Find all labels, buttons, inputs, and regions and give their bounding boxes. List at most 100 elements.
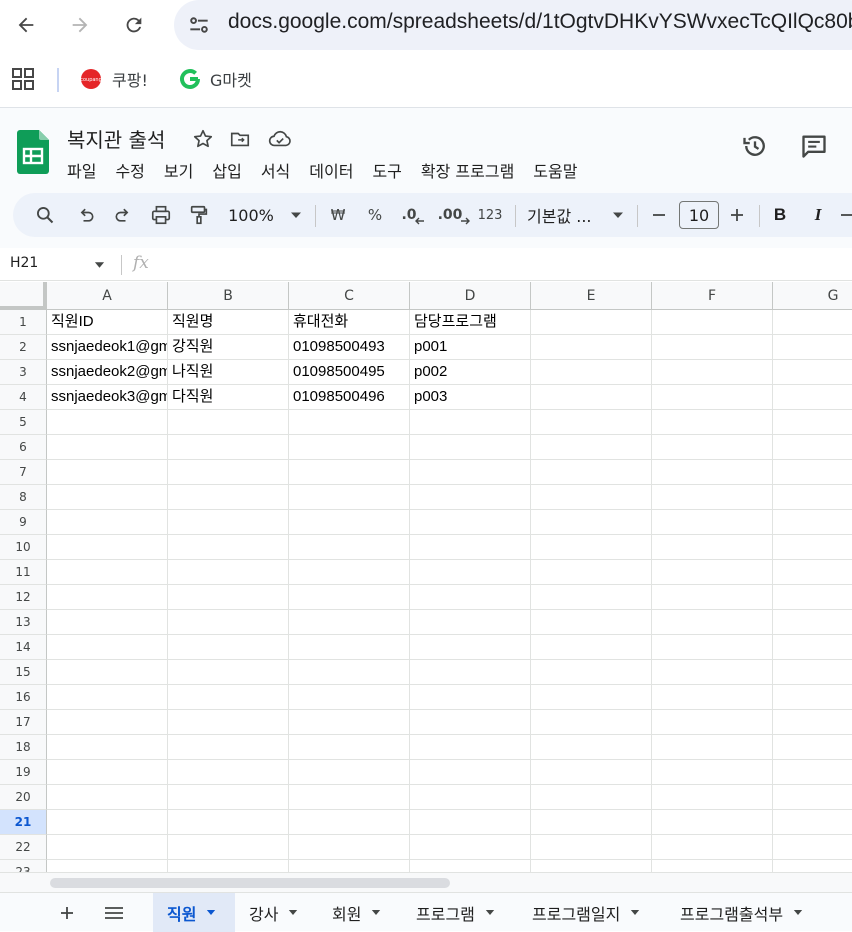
cell-f10[interactable] bbox=[652, 535, 773, 560]
cell-b15[interactable] bbox=[168, 660, 289, 685]
cell-g11[interactable] bbox=[773, 560, 852, 585]
document-title[interactable]: 복지관 출석 bbox=[67, 124, 165, 153]
row-header-8[interactable]: 8 bbox=[0, 485, 47, 510]
cell-g14[interactable] bbox=[773, 635, 852, 660]
cell-d11[interactable] bbox=[410, 560, 531, 585]
row-header-18[interactable]: 18 bbox=[0, 735, 47, 760]
cell-g9[interactable] bbox=[773, 510, 852, 535]
cell-d1[interactable]: 담당프로그램 bbox=[410, 310, 531, 335]
cell-g13[interactable] bbox=[773, 610, 852, 635]
cloud-saved-icon[interactable] bbox=[268, 128, 292, 150]
cell-a10[interactable] bbox=[47, 535, 168, 560]
cell-c21[interactable] bbox=[289, 810, 410, 835]
cell-b9[interactable] bbox=[168, 510, 289, 535]
cell-c5[interactable] bbox=[289, 410, 410, 435]
column-header-c[interactable]: C bbox=[289, 282, 410, 310]
cell-c18[interactable] bbox=[289, 735, 410, 760]
cell-a9[interactable] bbox=[47, 510, 168, 535]
spreadsheet-grid[interactable]: A B C D E F G 1 직원ID 직원명 휴대전화 담당프로그램 2 ssnjaedeok1@gm… bbox=[0, 282, 852, 872]
menu-format[interactable]: 서식 bbox=[261, 158, 290, 182]
cell-f16[interactable] bbox=[652, 685, 773, 710]
row-header-3[interactable]: 3 bbox=[0, 360, 47, 385]
row-header-23[interactable]: 23 bbox=[0, 860, 47, 872]
row-header-11[interactable]: 11 bbox=[0, 560, 47, 585]
cell-d18[interactable] bbox=[410, 735, 531, 760]
cell-a19[interactable] bbox=[47, 760, 168, 785]
scrollbar-thumb[interactable] bbox=[50, 878, 450, 888]
reload-button[interactable] bbox=[114, 5, 154, 45]
cell-e13[interactable] bbox=[531, 610, 652, 635]
cell-a8[interactable] bbox=[47, 485, 168, 510]
cell-c13[interactable] bbox=[289, 610, 410, 635]
cell-a21[interactable] bbox=[47, 810, 168, 835]
cell-c11[interactable] bbox=[289, 560, 410, 585]
menu-file[interactable]: 파일 bbox=[67, 158, 96, 182]
cell-c22[interactable] bbox=[289, 835, 410, 860]
cell-d19[interactable] bbox=[410, 760, 531, 785]
cell-e15[interactable] bbox=[531, 660, 652, 685]
chevron-down-icon[interactable] bbox=[630, 909, 640, 916]
cell-e11[interactable] bbox=[531, 560, 652, 585]
name-box[interactable]: H21 bbox=[10, 255, 38, 271]
percent-format-button[interactable]: % bbox=[362, 193, 388, 237]
row-header-2[interactable]: 2 bbox=[0, 335, 47, 360]
select-all-corner[interactable] bbox=[0, 282, 47, 310]
all-sheets-button[interactable] bbox=[99, 893, 129, 932]
cell-b16[interactable] bbox=[168, 685, 289, 710]
cell-f12[interactable] bbox=[652, 585, 773, 610]
sheet-tab-직원[interactable]: 직원 bbox=[153, 893, 235, 932]
cell-f4[interactable] bbox=[652, 385, 773, 410]
cell-f8[interactable] bbox=[652, 485, 773, 510]
cell-b17[interactable] bbox=[168, 710, 289, 735]
move-folder-icon[interactable] bbox=[229, 128, 251, 150]
cell-d10[interactable] bbox=[410, 535, 531, 560]
cell-c19[interactable] bbox=[289, 760, 410, 785]
row-header-15[interactable]: 15 bbox=[0, 660, 47, 685]
cell-f1[interactable] bbox=[652, 310, 773, 335]
chevron-down-icon[interactable] bbox=[206, 909, 216, 916]
cell-f7[interactable] bbox=[652, 460, 773, 485]
cell-a5[interactable] bbox=[47, 410, 168, 435]
cell-a6[interactable] bbox=[47, 435, 168, 460]
cell-g3[interactable] bbox=[773, 360, 852, 385]
site-settings-icon[interactable] bbox=[186, 12, 212, 38]
sheet-tab-프로그램일지[interactable]: 프로그램일지 bbox=[522, 893, 666, 932]
cell-d12[interactable] bbox=[410, 585, 531, 610]
number-format-button[interactable]: 123 bbox=[475, 193, 505, 237]
sheet-tab-프로그램출석부[interactable]: 프로그램출석부 bbox=[670, 893, 852, 932]
sheet-tab-강사[interactable]: 강사 bbox=[239, 893, 319, 932]
row-header-20[interactable]: 20 bbox=[0, 785, 47, 810]
column-header-b[interactable]: B bbox=[168, 282, 289, 310]
cell-c7[interactable] bbox=[289, 460, 410, 485]
cell-d8[interactable] bbox=[410, 485, 531, 510]
cell-e2[interactable] bbox=[531, 335, 652, 360]
cell-e18[interactable] bbox=[531, 735, 652, 760]
cell-a23[interactable] bbox=[47, 860, 168, 872]
row-header-9[interactable]: 9 bbox=[0, 510, 47, 535]
cell-c23[interactable] bbox=[289, 860, 410, 872]
cell-d4[interactable]: p003 bbox=[410, 385, 531, 410]
cell-b13[interactable] bbox=[168, 610, 289, 635]
cell-f3[interactable] bbox=[652, 360, 773, 385]
cell-e16[interactable] bbox=[531, 685, 652, 710]
cell-b14[interactable] bbox=[168, 635, 289, 660]
cell-f19[interactable] bbox=[652, 760, 773, 785]
cell-g7[interactable] bbox=[773, 460, 852, 485]
sheets-logo-icon[interactable] bbox=[17, 130, 49, 174]
chevron-down-icon[interactable] bbox=[288, 909, 298, 916]
row-header-19[interactable]: 19 bbox=[0, 760, 47, 785]
decrease-decimal-button[interactable]: .0 bbox=[398, 193, 428, 237]
row-header-6[interactable]: 6 bbox=[0, 435, 47, 460]
add-sheet-button[interactable] bbox=[52, 893, 82, 932]
cell-b20[interactable] bbox=[168, 785, 289, 810]
sheet-tab-회원[interactable]: 회원 bbox=[322, 893, 402, 932]
cell-g16[interactable] bbox=[773, 685, 852, 710]
cell-f22[interactable] bbox=[652, 835, 773, 860]
cell-e9[interactable] bbox=[531, 510, 652, 535]
cell-b2[interactable]: 강직원 bbox=[168, 335, 289, 360]
cell-b19[interactable] bbox=[168, 760, 289, 785]
cell-b12[interactable] bbox=[168, 585, 289, 610]
chevron-down-icon[interactable] bbox=[371, 909, 381, 916]
cell-f13[interactable] bbox=[652, 610, 773, 635]
cell-c2[interactable]: 01098500493 bbox=[289, 335, 410, 360]
